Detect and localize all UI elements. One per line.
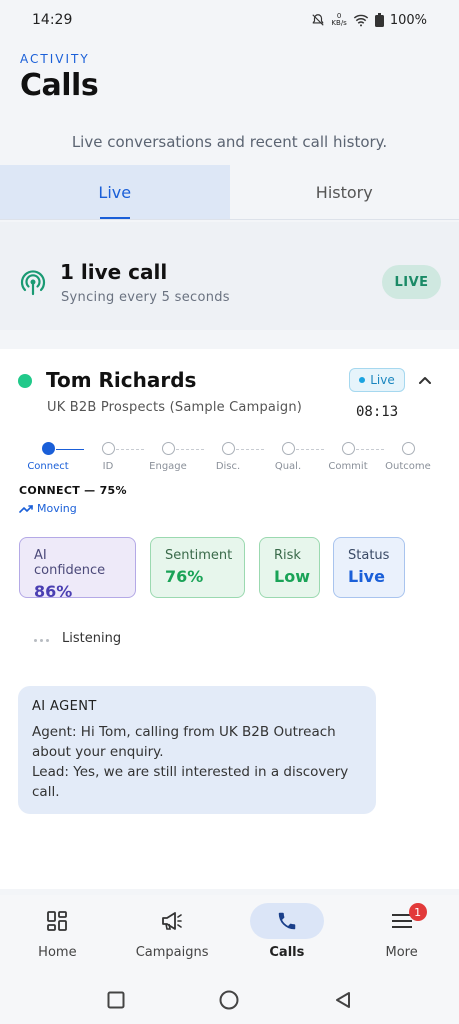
system-nav-bar xyxy=(0,975,459,1024)
nav-campaigns[interactable]: Campaigns xyxy=(115,895,230,975)
trend-indicator: Moving xyxy=(19,502,77,515)
page-eyebrow: ACTIVITY xyxy=(20,52,90,66)
step-discovery: Disc. xyxy=(198,441,258,472)
phone-icon xyxy=(278,912,296,930)
live-pill: LIVE xyxy=(382,265,441,299)
metric-risk: Risk Low xyxy=(259,537,320,598)
ai-agent-transcript: AI AGENT Agent: Hi Tom, calling from UK … xyxy=(18,686,376,814)
transcript-line: call. xyxy=(32,784,60,800)
nav-home[interactable]: Home xyxy=(0,895,115,975)
metric-sentiment: Sentiment 76% xyxy=(150,537,245,598)
tab-bar: Live History xyxy=(0,165,459,220)
status-bar: 14:29 0 KB/s 100% xyxy=(0,0,459,40)
call-live-badge: Live xyxy=(349,368,405,392)
bottom-nav: Home Campaigns Calls 1 More xyxy=(0,895,459,975)
megaphone-icon xyxy=(162,912,182,930)
stage-progress-text: CONNECT — 75% xyxy=(19,484,127,497)
caller-status-dot xyxy=(18,374,32,388)
notification-badge: 1 xyxy=(408,903,427,921)
chevron-up-icon[interactable] xyxy=(416,371,434,389)
battery-level: 100% xyxy=(389,12,427,28)
step-outcome: Outcome xyxy=(378,441,438,472)
transcript-line: about your enquiry. xyxy=(32,744,164,760)
tab-live[interactable]: Live xyxy=(0,165,230,219)
live-call-count: 1 live call xyxy=(60,260,168,284)
mute-icon xyxy=(312,14,325,26)
step-connect: Connect xyxy=(18,441,78,472)
broadcast-icon xyxy=(20,270,46,296)
step-qualification: Qual. xyxy=(258,441,318,472)
page-header: ACTIVITY Calls xyxy=(20,52,99,103)
back-icon[interactable] xyxy=(334,991,352,1009)
nav-calls[interactable]: Calls xyxy=(230,895,345,975)
tab-history[interactable]: History xyxy=(230,165,459,219)
agent-title: AI AGENT xyxy=(32,699,97,714)
page-subtitle: Live conversations and recent call histo… xyxy=(71,133,388,151)
metric-ai-confidence: AI confidence 86% xyxy=(19,537,136,601)
listening-indicator: Listening xyxy=(34,631,121,646)
typing-dots-icon xyxy=(34,631,52,646)
wifi-icon xyxy=(353,14,368,27)
call-timer: 08:13 xyxy=(356,404,399,420)
recents-icon[interactable] xyxy=(107,991,125,1009)
sync-status: Syncing every 5 seconds xyxy=(61,290,230,305)
step-id: ID xyxy=(78,441,138,472)
home-circle-icon[interactable] xyxy=(219,990,239,1010)
live-summary: 1 live call Syncing every 5 seconds LIVE xyxy=(0,222,459,330)
call-stage-stepper: Connect ID Engage Disc. Qual. Commit Out… xyxy=(18,441,438,481)
step-engage: Engage xyxy=(138,441,198,472)
network-speed: 0 KB/s xyxy=(331,12,347,27)
caller-name: Tom Richards xyxy=(46,368,197,392)
page-title: Calls xyxy=(20,68,99,103)
battery-icon xyxy=(374,13,384,27)
transcript-line: Lead: Yes, we are still interested in a … xyxy=(32,764,349,780)
metric-status: Status Live xyxy=(333,537,405,598)
live-call-card[interactable]: Tom Richards UK B2B Prospects (Sample Ca… xyxy=(0,349,459,889)
campaign-name: UK B2B Prospects (Sample Campaign) xyxy=(47,400,303,415)
transcript-line: Agent: Hi Tom, calling from UK B2B Outre… xyxy=(32,724,336,740)
grid-icon xyxy=(47,911,68,931)
nav-more[interactable]: 1 More xyxy=(344,895,459,975)
trending-up-icon xyxy=(19,504,33,513)
status-icons: 0 KB/s 100% xyxy=(311,13,427,28)
status-time: 14:29 xyxy=(32,12,73,28)
live-dot-icon xyxy=(359,377,366,383)
step-commit: Commit xyxy=(318,441,378,472)
